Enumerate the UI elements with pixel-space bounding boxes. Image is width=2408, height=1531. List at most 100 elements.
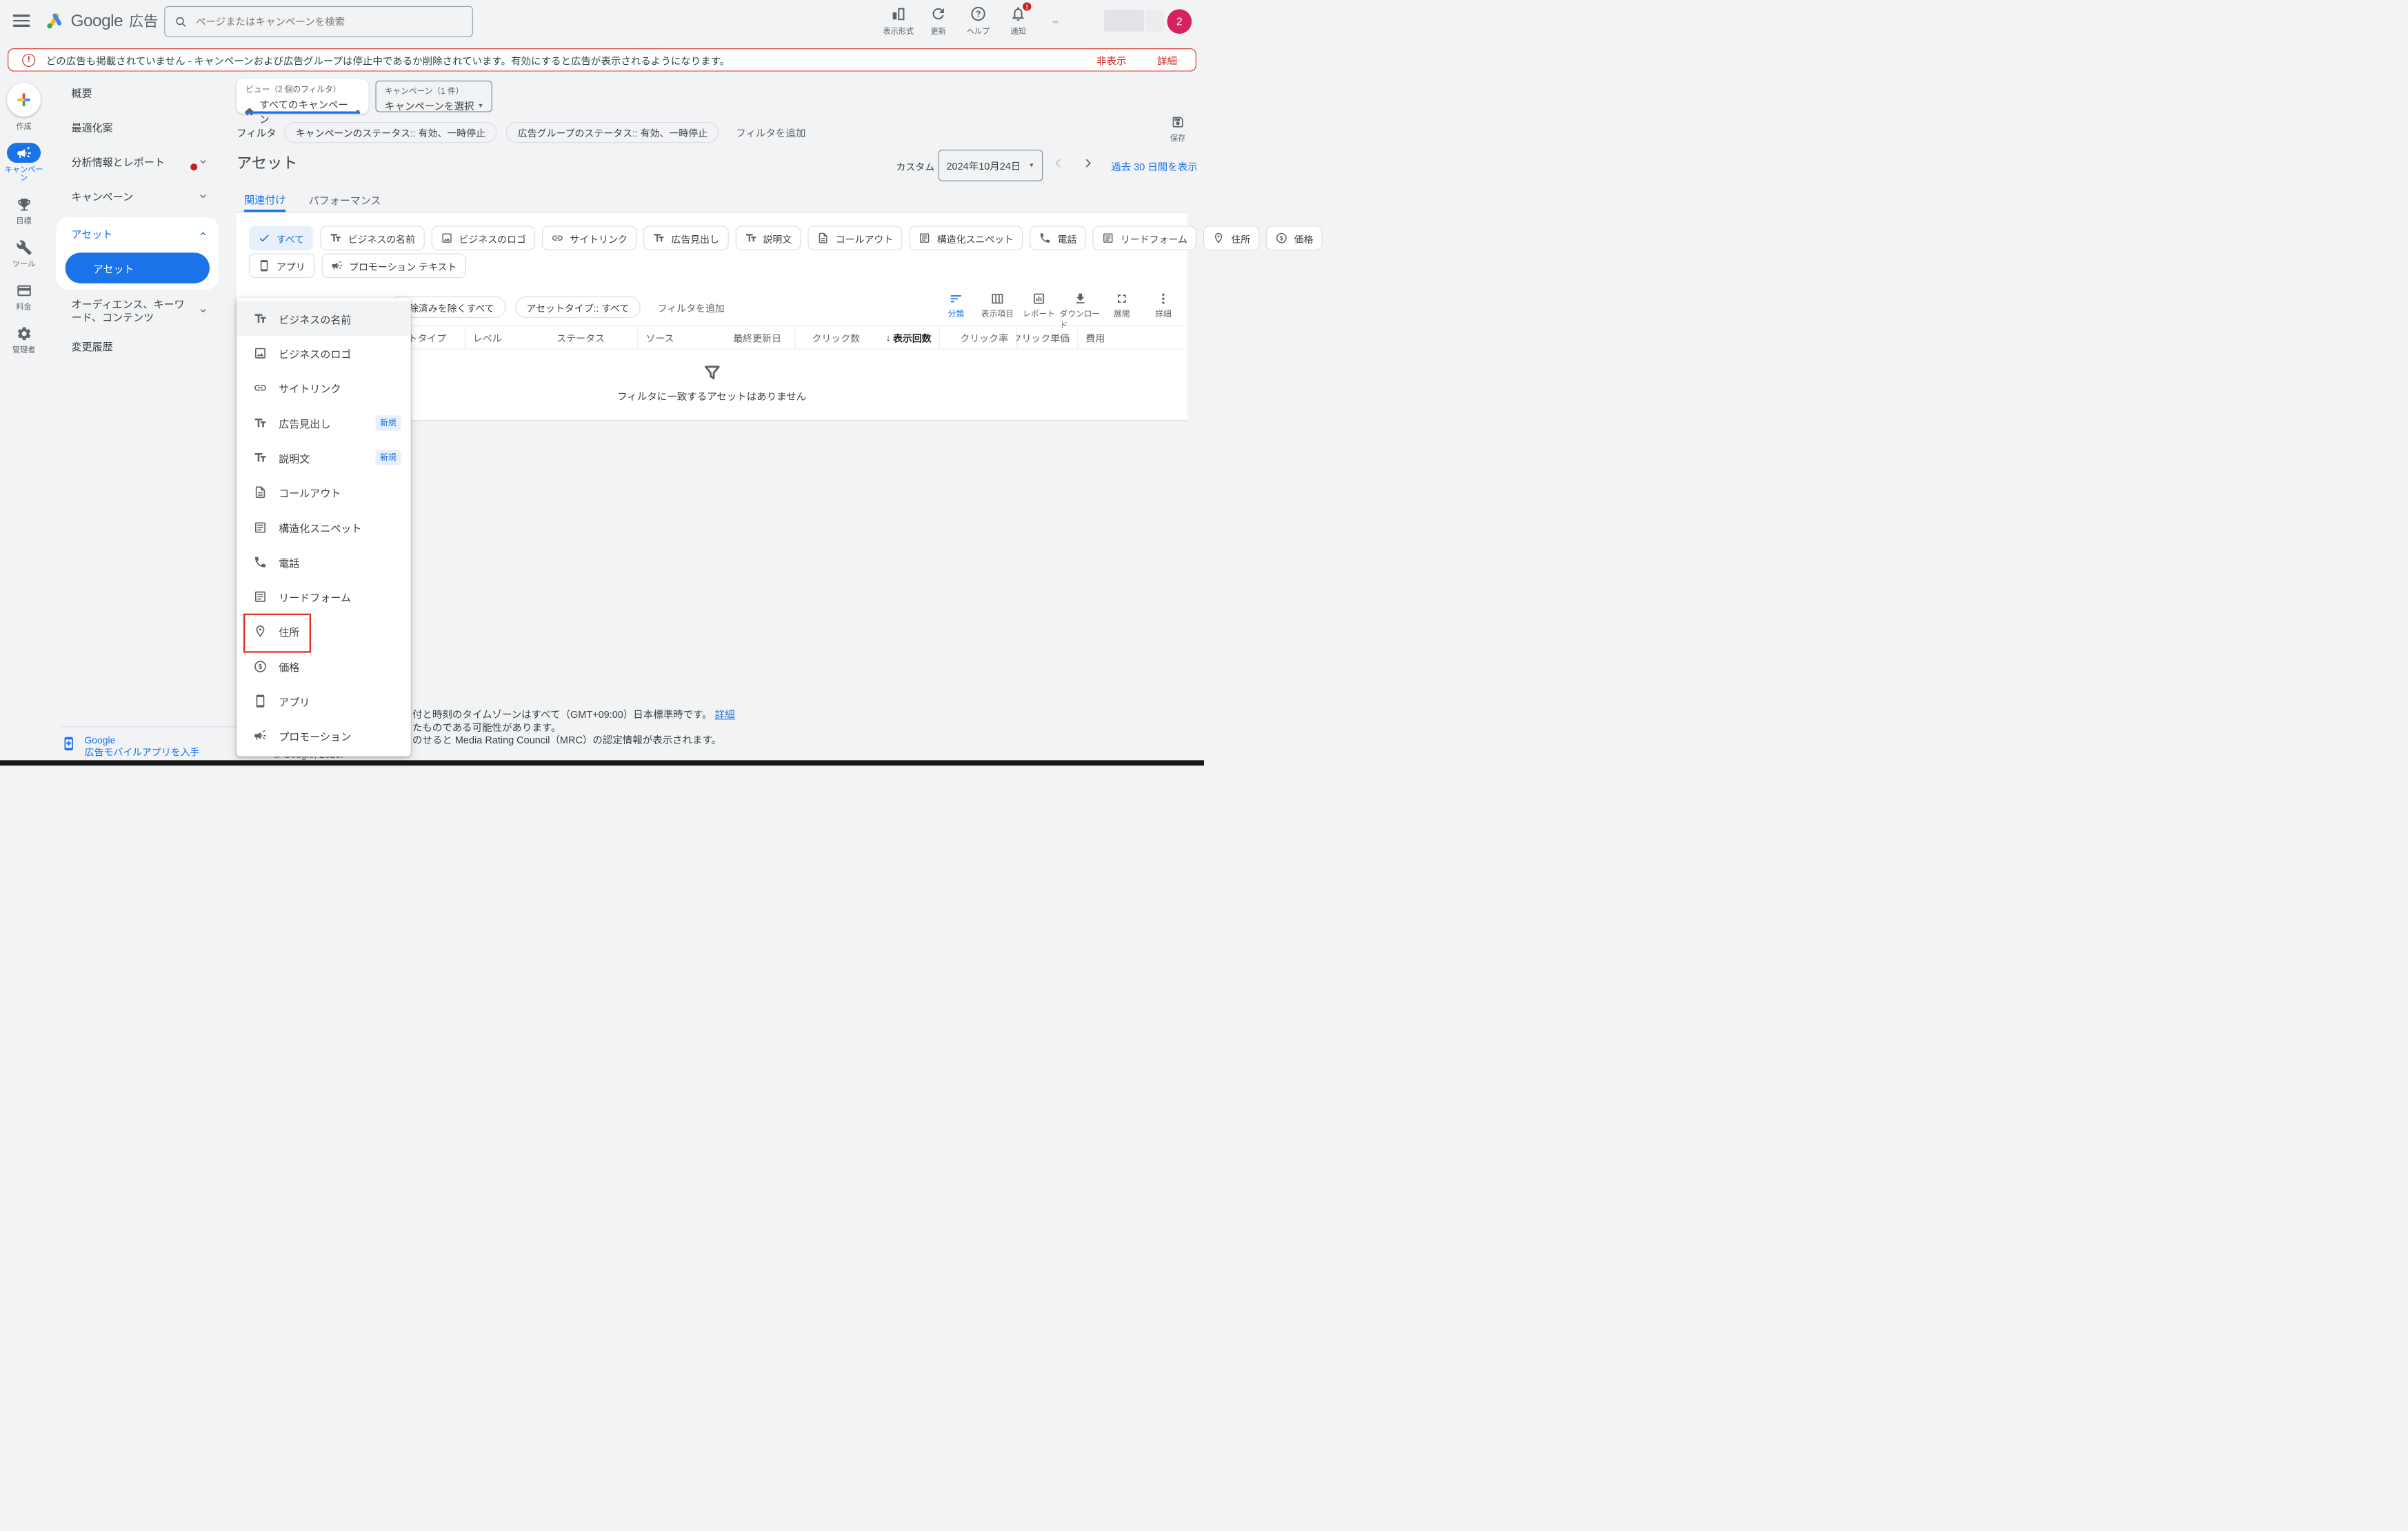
- asset-type-chips-row2: アプリ プロモーション テキスト: [249, 253, 466, 278]
- sidebar-item-change-history[interactable]: 変更履歴: [56, 338, 219, 353]
- hide-link[interactable]: 非表示: [1096, 52, 1126, 67]
- table-column-header[interactable]: ステータス: [549, 326, 637, 348]
- asset-type-chip[interactable]: 電話: [1030, 226, 1085, 250]
- nav-rail-item[interactable]: 管理者: [1, 323, 46, 355]
- campaign-selector[interactable]: キャンペーン（1 件） キャンペーンを選択 ▼: [376, 81, 492, 112]
- sidebar-item-audiences[interactable]: オーディエンス、キーワード、コンテンツ: [56, 298, 219, 324]
- promo-link[interactable]: Google 広告モバイルアプリを入手: [84, 734, 199, 759]
- tab[interactable]: 関連付け: [244, 188, 285, 212]
- dropdown-menu-item[interactable]: アプリ: [237, 684, 411, 719]
- table-column-header[interactable]: ソース: [637, 326, 725, 348]
- asset-type-chip[interactable]: リードフォーム: [1093, 226, 1196, 250]
- footer-detail-link[interactable]: 詳細: [715, 709, 735, 721]
- top-bar: Google 広告 表示形式 更新: [0, 0, 1204, 43]
- table-column-header[interactable]: 平均クリック単価: [1016, 326, 1077, 348]
- asset-type-chip[interactable]: 説明文: [735, 226, 801, 250]
- create-button[interactable]: [7, 83, 41, 117]
- asset-chip-icon: [653, 232, 665, 244]
- add-filter-button[interactable]: フィルタを追加: [736, 125, 805, 139]
- asset-type-chip[interactable]: サイトリンク: [542, 226, 636, 250]
- save-button[interactable]: 保存: [1170, 115, 1185, 143]
- asset-chip-icon: [330, 259, 343, 272]
- nav-rail-item[interactable]: キャンペーン: [1, 143, 46, 183]
- top-action-button[interactable]: 表示形式: [879, 6, 919, 37]
- asset-type-chip[interactable]: 構造化スニペット: [910, 226, 1023, 250]
- sidebar-item-assets-sub[interactable]: アセット: [66, 252, 210, 283]
- top-action-button[interactable]: 更新: [919, 6, 959, 37]
- notification-badge: !: [1021, 1, 1033, 12]
- dropdown-menu-item[interactable]: プロモーション: [237, 719, 411, 753]
- prev-period-button[interactable]: [1052, 157, 1065, 170]
- nav-rail-label: 管理者: [1, 346, 46, 354]
- asset-type-chip[interactable]: 住所: [1203, 226, 1259, 250]
- asset-type-chip[interactable]: 広告見出し: [643, 226, 728, 250]
- account-redaction-small: [1053, 21, 1058, 23]
- new-badge: 新規: [376, 415, 401, 430]
- plus-icon: [15, 92, 32, 108]
- asset-type-chip[interactable]: 価格: [1267, 226, 1323, 250]
- create-label: 作成: [16, 120, 31, 132]
- warning-icon: [22, 53, 35, 66]
- show-last-30-days-link[interactable]: 過去 30 日間を表示: [1111, 159, 1187, 173]
- dropdown-menu-item[interactable]: 住所: [237, 614, 411, 649]
- dropdown-menu-item[interactable]: 広告見出し 新規: [237, 406, 411, 440]
- asset-type-chip[interactable]: すべて: [249, 226, 314, 250]
- dropdown-menu-item[interactable]: 電話: [237, 545, 411, 579]
- table-column-header[interactable]: 表示回数: [867, 326, 939, 348]
- google-ads-app: $ ?: [0, 0, 1204, 766]
- tab[interactable]: パフォーマンス: [309, 188, 381, 212]
- table-column-header[interactable]: 最終更新日: [725, 326, 794, 348]
- dropdown-menu-item[interactable]: 構造化スニペット: [237, 510, 411, 544]
- filter-chip-campaign-status[interactable]: キャンペーンのステータス:: 有効、一時停止: [284, 121, 497, 142]
- filter-chip-adgroup-status[interactable]: 広告グループのステータス:: 有効、一時停止: [506, 121, 719, 142]
- dropdown-menu-item[interactable]: 説明文 新規: [237, 440, 411, 474]
- dropdown-menu-item[interactable]: 価格: [237, 649, 411, 683]
- nav-rail-item[interactable]: ツール: [1, 237, 46, 269]
- view-selector[interactable]: ビュー（2 個のフィルタ） すべてのキャンペーン ▼: [237, 79, 369, 114]
- asset-type-chip[interactable]: プロモーション テキスト: [321, 253, 466, 278]
- next-period-button[interactable]: [1081, 157, 1094, 170]
- dropdown-menu-item[interactable]: リードフォーム: [237, 579, 411, 614]
- table-column-header[interactable]: 費用: [1077, 326, 1112, 348]
- table-column-header[interactable]: レベル: [465, 326, 549, 348]
- asset-type-chip[interactable]: アプリ: [249, 253, 314, 278]
- sidebar-item-overview[interactable]: 概要: [56, 84, 219, 99]
- search-input[interactable]: [194, 15, 440, 28]
- sidebar-item-optimization[interactable]: 最適化案: [56, 119, 219, 134]
- asset-type-chip[interactable]: ビジネスの名前: [320, 226, 424, 250]
- filter-bar: フィルタ キャンペーンのステータス:: 有効、一時停止 広告グループのステータス…: [237, 121, 1156, 143]
- top-action-button[interactable]: ヘルプ: [959, 6, 999, 37]
- dropdown-menu-item[interactable]: サイトリンク: [237, 370, 411, 405]
- asset-type-chip[interactable]: ビジネスのロゴ: [431, 226, 535, 250]
- dropdown-menu-item[interactable]: ビジネスの名前: [237, 301, 411, 335]
- table-column-header[interactable]: クリック率: [939, 326, 1016, 348]
- search-icon: [174, 15, 188, 28]
- sidebar-item-campaigns[interactable]: キャンペーン: [56, 188, 219, 203]
- avatar[interactable]: 2: [1167, 9, 1192, 34]
- chevron-down-icon: [198, 157, 208, 166]
- app-download-icon: [61, 734, 76, 754]
- add-filter-button[interactable]: フィルタを追加: [658, 300, 725, 314]
- table-filter-chip-asset-type[interactable]: アセットタイプ:: すべて: [515, 297, 641, 318]
- home-icon: [244, 106, 254, 117]
- new-badge: 新規: [376, 450, 401, 465]
- nav-rail-item[interactable]: 目標: [1, 194, 46, 226]
- title-row: アセット: [237, 150, 298, 172]
- nav-rail-item[interactable]: 料金: [1, 280, 46, 312]
- table-column-header[interactable]: クリック数: [794, 326, 867, 348]
- top-action-button[interactable]: ! 通知: [999, 6, 1039, 37]
- dropdown-menu-item[interactable]: コールアウト: [237, 475, 411, 510]
- global-search[interactable]: [164, 6, 473, 37]
- sidebar-item-insights[interactable]: 分析情報とレポート: [56, 154, 219, 169]
- dropdown-menu-item[interactable]: ビジネスのロゴ: [237, 336, 411, 370]
- date-picker[interactable]: 2024年10月24日 ▼: [939, 150, 1043, 181]
- detail-link[interactable]: 詳細: [1157, 52, 1177, 67]
- sidebar-item-assets[interactable]: アセット: [56, 217, 219, 250]
- nav-rail-label: 目標: [1, 217, 46, 226]
- nav-rail-icon: [16, 196, 32, 212]
- menu-icon[interactable]: [13, 14, 30, 27]
- menu-item-icon: [253, 416, 267, 430]
- table-filter-chips: 削除済みを除くすべて アセットタイプ:: すべて フィルタを追加: [388, 297, 724, 318]
- asset-type-chip[interactable]: コールアウト: [808, 226, 903, 250]
- table-tool-icon: [1032, 292, 1046, 306]
